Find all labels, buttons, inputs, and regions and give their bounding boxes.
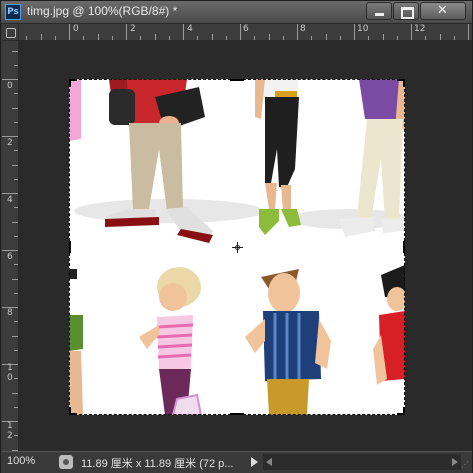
vruler-label: 0 — [7, 81, 13, 91]
hruler-label: 10 — [357, 24, 369, 34]
vruler-label: 8 — [7, 308, 13, 318]
horizontal-ruler[interactable]: 0 2 4 6 8 10 12 — [19, 24, 472, 41]
document-title: timg.jpg @ 100%(RGB/8#) * — [27, 4, 178, 18]
transform-handle[interactable] — [403, 407, 405, 415]
transform-handle[interactable] — [403, 79, 405, 87]
status-bar: 100% 11.89 厘米 x 11.89 厘米 (72 p... ⋰ — [1, 451, 472, 473]
title-bar[interactable]: Ps timg.jpg @ 100%(RGB/8#) * ✕ — [1, 1, 472, 24]
transform-handle[interactable] — [69, 79, 71, 87]
maximize-icon — [401, 7, 414, 19]
transform-handle[interactable] — [230, 413, 244, 415]
vertical-ruler[interactable]: 0 2 4 6 8 1 0 1 2 — [2, 41, 19, 451]
transform-handle[interactable] — [69, 241, 71, 253]
hruler-label: 0 — [73, 24, 79, 34]
close-button[interactable]: ✕ — [420, 2, 466, 20]
scroll-left-icon[interactable] — [266, 458, 272, 466]
hruler-label: 4 — [187, 24, 193, 34]
document-status-icon[interactable] — [59, 455, 73, 469]
vruler-label: 4 — [7, 195, 13, 205]
transform-handle[interactable] — [69, 407, 71, 415]
document-window: Ps timg.jpg @ 100%(RGB/8#) * ✕ 0 2 4 6 8… — [0, 0, 473, 473]
hruler-label: 2 — [130, 24, 136, 34]
photoshop-app-icon: Ps — [5, 4, 21, 20]
vruler-label: 1 0 — [7, 363, 13, 383]
horizontal-scrollbar[interactable] — [263, 454, 461, 470]
ruler-origin-icon — [6, 28, 16, 38]
maximize-button[interactable] — [393, 2, 419, 20]
vruler-label: 1 2 — [7, 421, 13, 441]
hruler-label: 8 — [300, 24, 306, 34]
minimize-icon — [375, 13, 384, 16]
vertical-ruler-ticks — [2, 51, 18, 451]
close-icon: ✕ — [437, 3, 448, 18]
transform-handle[interactable] — [403, 241, 405, 253]
transform-handle[interactable] — [230, 79, 244, 81]
ruler-origin[interactable] — [2, 24, 19, 41]
hruler-label: 6 — [243, 24, 249, 34]
scroll-right-icon[interactable] — [452, 458, 458, 466]
resize-grip-icon[interactable]: ⋰ — [461, 460, 471, 470]
vruler-label: 2 — [7, 138, 13, 148]
zoom-level[interactable]: 100% — [7, 455, 35, 467]
document-size-info[interactable]: 11.89 厘米 x 11.89 厘米 (72 p... — [81, 455, 233, 471]
minimize-button[interactable] — [366, 2, 392, 20]
reference-point-icon[interactable] — [232, 242, 243, 253]
vruler-label: 6 — [7, 252, 13, 262]
hruler-label: 12 — [414, 24, 426, 34]
status-menu-arrow-icon[interactable] — [251, 457, 258, 467]
